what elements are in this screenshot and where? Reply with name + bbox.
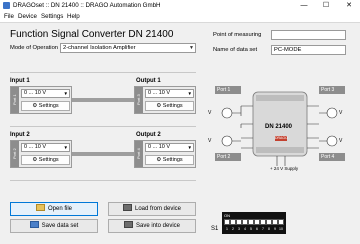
output-1-settings-button[interactable]: ⚙ Settings — [145, 101, 194, 111]
input-1-settings-button[interactable]: ⚙ Settings — [21, 101, 70, 111]
input-1-source-icon — [221, 107, 233, 119]
output-1-load-icon — [326, 107, 338, 119]
dip-on-label: ON — [224, 213, 230, 218]
port-2-label: Port 2 — [217, 154, 231, 160]
input-1-range-select[interactable]: 0 ... 10 V ▼ — [21, 89, 70, 98]
open-file-label: Open file — [47, 206, 72, 212]
input-2-source-icon — [221, 135, 233, 147]
input-1-label: Input 1 — [10, 78, 30, 84]
port-1-label: Port 1 — [217, 87, 231, 93]
menu-settings[interactable]: Settings — [41, 13, 63, 20]
output-1-range-select[interactable]: 0 ... 10 V ▼ — [145, 89, 194, 98]
input-2-settings-button[interactable]: ⚙ Settings — [21, 155, 70, 165]
port-tag: Port 2 — [11, 141, 19, 167]
dip-cells — [224, 219, 284, 226]
settings-icon: ⚙ — [32, 103, 38, 109]
settings-icon: ⚙ — [156, 157, 162, 163]
divider — [10, 72, 196, 73]
folder-icon — [35, 204, 45, 211]
settings-label: Settings — [38, 157, 59, 163]
dataset-label: Name of data set — [213, 47, 258, 53]
terminal-strip-top — [256, 95, 304, 101]
chevron-down-icon: ▼ — [187, 145, 192, 150]
v-symbol: V — [339, 138, 343, 144]
device-save-icon — [123, 221, 133, 228]
chevron-down-icon: ▼ — [187, 91, 192, 96]
output-1-port: Port 3 0 ... 10 V ▼ ⚙ Settings — [134, 86, 196, 114]
terminal-strip-bottom — [256, 147, 304, 153]
save-dataset-label: Save data set — [41, 223, 79, 229]
input-2-label: Input 2 — [10, 132, 30, 138]
v-symbol: V — [208, 110, 212, 116]
signal-connector — [72, 152, 134, 156]
supply-label: + 24 V Supply — [270, 166, 299, 171]
point-label: Point of measuring — [213, 32, 262, 38]
settings-label: Settings — [162, 157, 183, 163]
save-data-set-button[interactable]: Save data set — [10, 219, 98, 233]
output-2-range-select[interactable]: 0 ... 10 V ▼ — [145, 143, 194, 152]
close-button[interactable]: ✕ — [338, 0, 360, 11]
output-2-load-icon — [326, 135, 338, 147]
save-device-label: Save into device — [135, 223, 181, 229]
device-brand: DRAGO — [275, 136, 288, 140]
dip-switch: ON 1 2 3 4 5 6 7 8 9 10 — [222, 212, 286, 234]
maximize-button[interactable]: ☐ — [315, 0, 337, 11]
output-2-settings-button[interactable]: ⚙ Settings — [145, 155, 194, 165]
port-3-label: Port 3 — [321, 87, 335, 93]
range-value: 0 ... 10 V — [148, 144, 171, 150]
chevron-down-icon: ▼ — [63, 91, 68, 96]
device-load-icon — [122, 204, 132, 211]
mode-label: Mode of Operation — [10, 45, 59, 51]
port-tag: Port 3 — [135, 87, 143, 113]
v-symbol: V — [208, 138, 212, 144]
dip-toggle[interactable] — [278, 219, 284, 225]
wiring-diagram: Port 1 Port 3 Port 2 Port 4 DN 21400 DRA… — [205, 86, 355, 178]
window-title: DRAGOset :: DN 21400 :: DRAGO Automation… — [13, 2, 161, 9]
range-value: 0 ... 10 V — [24, 90, 47, 96]
input-2-port: Port 2 0 ... 10 V ▼ ⚙ Settings — [10, 140, 72, 168]
menu-device[interactable]: Device — [18, 13, 37, 20]
app-icon — [3, 2, 10, 9]
title-bar: DRAGOset :: DN 21400 :: DRAGO Automation… — [0, 0, 360, 11]
settings-icon: ⚙ — [156, 103, 162, 109]
input-1-port: Port 1 0 ... 10 V ▼ ⚙ Settings — [10, 86, 72, 114]
v-symbol: V — [339, 110, 343, 116]
chevron-down-icon: ▼ — [189, 45, 194, 51]
dip-numbers: 1 2 3 4 5 6 7 8 9 10 — [224, 227, 284, 233]
settings-label: Settings — [38, 103, 59, 109]
range-value: 0 ... 10 V — [24, 144, 47, 150]
input-2-range-select[interactable]: 0 ... 10 V ▼ — [21, 143, 70, 152]
output-2-label: Output 2 — [136, 132, 161, 138]
output-1-label: Output 1 — [136, 78, 161, 84]
port-tag: Port 1 — [11, 87, 19, 113]
device-name: DN 21400 — [265, 124, 293, 130]
divider — [10, 180, 196, 181]
load-from-device-button[interactable]: Load from device — [108, 202, 196, 216]
settings-icon: ⚙ — [32, 157, 38, 163]
wiring-diagram-svg — [215, 86, 345, 166]
dip-switch-label: S1 — [211, 226, 219, 232]
port-tag: Port 4 — [135, 141, 143, 167]
minimize-button[interactable]: — — [293, 0, 315, 11]
signal-connector — [72, 98, 134, 102]
menu-help[interactable]: Help — [67, 13, 80, 20]
range-value: 0 ... 10 V — [148, 90, 171, 96]
save-icon — [29, 221, 39, 228]
output-2-port: Port 4 0 ... 10 V ▼ ⚙ Settings — [134, 140, 196, 168]
menu-file[interactable]: File — [4, 13, 14, 20]
divider — [10, 126, 196, 127]
port-4-label: Port 4 — [321, 154, 335, 160]
chevron-down-icon: ▼ — [63, 145, 68, 150]
load-device-label: Load from device — [134, 206, 182, 212]
point-input[interactable] — [271, 30, 346, 40]
dip-number: 10 — [279, 227, 283, 231]
mode-value: 2-channel Isolation Amplifier — [63, 45, 136, 51]
settings-label: Settings — [162, 103, 183, 109]
dataset-input[interactable]: PC-MODE — [271, 45, 346, 55]
save-into-device-button[interactable]: Save into device — [108, 219, 196, 233]
mode-select[interactable]: 2-channel Isolation Amplifier ▼ — [60, 43, 196, 53]
page-title: Function Signal Converter DN 21400 — [10, 29, 174, 40]
open-file-button[interactable]: Open file — [10, 202, 98, 216]
menu-bar: File Device Settings Help — [0, 11, 360, 21]
